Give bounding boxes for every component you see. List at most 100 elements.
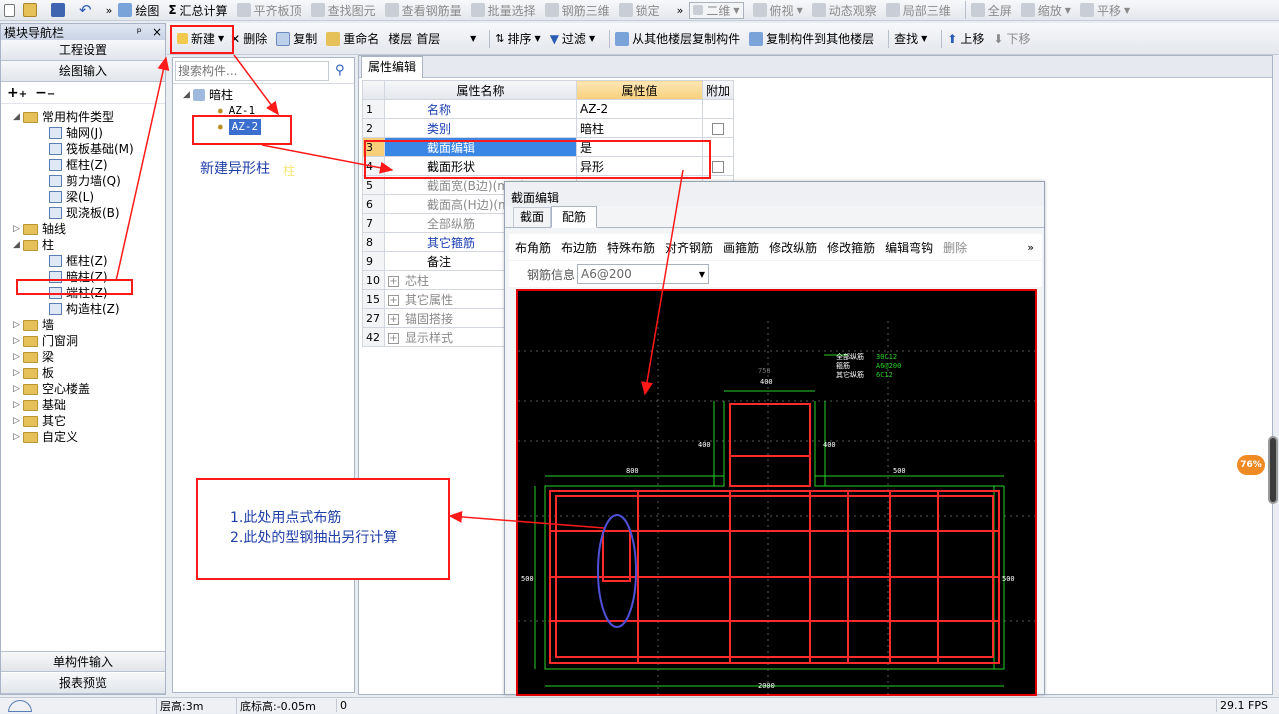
nav-tree-item[interactable]: 框柱(Z) [13, 253, 165, 269]
align-slab-top-button[interactable]: 平齐板顶 [236, 2, 302, 19]
pin-icon[interactable]: ᵖ [137, 25, 142, 39]
new-file-icon[interactable] [4, 3, 15, 17]
expand-plus-icon[interactable]: + [388, 313, 399, 325]
close-icon[interactable]: × [152, 25, 162, 39]
expand-plus-icon[interactable]: + [388, 332, 399, 344]
tab-property-edit[interactable]: 属性编辑 [361, 55, 424, 78]
nav-tree-item[interactable]: ▷ 空心楼盖 [13, 381, 165, 397]
lock-button[interactable]: 锁定 [618, 2, 660, 19]
save-icon[interactable] [51, 3, 65, 17]
delete-button[interactable]: ✕ 删除 [230, 30, 267, 47]
nav-tree-item[interactable]: ▷ 门窗洞 [13, 333, 165, 349]
expand-all-icon[interactable]: ++ [7, 85, 27, 101]
view-rebar-button[interactable]: 查看钢筋量 [384, 2, 462, 19]
top-view-button[interactable]: 俯视 ▼ [752, 2, 803, 19]
expand-toggle-icon[interactable]: ▷ [13, 317, 23, 333]
nav-tree-item[interactable]: ▷ 梁 [13, 349, 165, 365]
nav-draw-input-button[interactable]: 绘图输入 [1, 61, 165, 82]
search-input[interactable] [175, 60, 329, 81]
tab-rebar[interactable]: 配筋 [551, 205, 598, 228]
nav-tree-item[interactable]: ◢ 常用构件类型 [13, 109, 165, 125]
nav-tree-item[interactable]: 筏板基础(M) [13, 141, 165, 157]
draw-button[interactable]: 绘图 [118, 2, 159, 19]
attach-checkbox[interactable] [712, 160, 724, 173]
corner-rebar-button[interactable]: 布角筋 [515, 239, 551, 256]
collapse-toggle-icon[interactable]: ◢ [183, 87, 193, 103]
move-up-button[interactable]: ⬆ 上移 [947, 30, 984, 47]
expand-toggle-icon[interactable]: ▷ [13, 429, 23, 445]
nav-tree-item[interactable]: ▷ 自定义 [13, 429, 165, 445]
nav-tree-item[interactable]: ▷ 轴线 [13, 221, 165, 237]
collapse-toggle-icon[interactable]: ◢ [13, 109, 23, 125]
pan-button[interactable]: 平移 ▼ [1079, 2, 1130, 19]
expand-toggle-icon[interactable]: ▷ [13, 333, 23, 349]
modify-stirrup-button[interactable]: 修改箍筋 [827, 239, 875, 256]
expand-toggle-icon[interactable]: ▷ [13, 413, 23, 429]
find-button[interactable]: 查找 ▼ [894, 30, 927, 47]
special-rebar-button[interactable]: 特殊布筋 [607, 239, 655, 256]
nav-tree-item[interactable]: 梁(L) [13, 189, 165, 205]
side-handle[interactable] [1268, 436, 1278, 504]
rename-button[interactable]: 重命名 [326, 30, 379, 47]
nav-tree-item[interactable]: 剪力墙(Q) [13, 173, 165, 189]
attach-checkbox[interactable] [712, 122, 724, 135]
align-rebar-button[interactable]: 对齐钢筋 [665, 239, 713, 256]
sort-button[interactable]: ⇅ 排序 ▼ [495, 30, 540, 47]
view-mode-select[interactable]: 二维 ▼ [689, 1, 744, 19]
rebar-3d-button[interactable]: 钢筋三维 [544, 2, 610, 19]
expand-toggle-icon[interactable]: ▷ [13, 221, 23, 237]
edit-hook-button[interactable]: 编辑弯钩 [885, 239, 933, 256]
move-down-button[interactable]: ⬇ 下移 [993, 30, 1030, 47]
component-root[interactable]: ◢ 暗柱 [183, 87, 354, 103]
fullscreen-button[interactable]: 全屏 [970, 2, 1012, 19]
draw-stirrup-button[interactable]: 画箍筋 [723, 239, 759, 256]
collapse-all-icon[interactable]: −− [35, 85, 55, 101]
overflow-chevron-icon[interactable]: » [106, 4, 113, 17]
nav-tree-item[interactable]: 轴网(J) [13, 125, 165, 141]
performance-badge[interactable]: 76% [1237, 455, 1265, 475]
section-canvas[interactable]: 400 750 400 400 800 500 500 500 2000 全部纵… [516, 289, 1037, 696]
property-row[interactable]: 2 类别 暗柱 [362, 118, 735, 138]
nav-single-component-button[interactable]: 单构件输入 [1, 651, 165, 672]
toolbar-overflow-icon[interactable]: » [1027, 241, 1034, 254]
nav-tree-item[interactable]: 构造柱(Z) [13, 301, 165, 317]
expand-plus-icon[interactable]: + [388, 294, 399, 306]
copy-from-floor-button[interactable]: 从其他楼层复制构件 [615, 30, 740, 47]
collapse-toggle-icon[interactable]: ◢ [13, 237, 23, 253]
floor-select[interactable]: 首层 ▼ [416, 30, 476, 47]
modify-long-rebar-button[interactable]: 修改纵筋 [769, 239, 817, 256]
tab-section[interactable]: 截面 [513, 206, 552, 227]
expand-toggle-icon[interactable]: ▷ [13, 397, 23, 413]
summary-calc-button[interactable]: Σ 汇总计算 [168, 2, 227, 19]
property-value-cell[interactable]: 暗柱 [576, 118, 703, 138]
expand-toggle-icon[interactable]: ▷ [13, 381, 23, 397]
expand-toggle-icon[interactable]: ▷ [13, 365, 23, 381]
zoom-button[interactable]: 缩放 ▼ [1020, 2, 1071, 19]
expand-toggle-icon[interactable]: ▷ [13, 349, 23, 365]
expand-plus-icon[interactable]: + [388, 275, 399, 287]
nav-report-preview-button[interactable]: 报表预览 [1, 673, 165, 694]
nav-tree-item[interactable]: ▷ 板 [13, 365, 165, 381]
find-element-button[interactable]: 查找图元 [310, 2, 376, 19]
property-value-cell[interactable]: AZ-2 [576, 99, 703, 119]
side-rebar-button[interactable]: 布边筋 [561, 239, 597, 256]
batch-select-button[interactable]: 批量选择 [470, 2, 536, 19]
nav-tree-item[interactable]: 框柱(Z) [13, 157, 165, 173]
copy-to-floor-button[interactable]: 复制构件到其他楼层 [749, 30, 874, 47]
nav-tree-item[interactable]: 现浇板(B) [13, 205, 165, 221]
filter-button[interactable]: ▼ 过滤 ▼ [550, 30, 595, 47]
rebar-info-select[interactable]: A6@200 ▼ [577, 264, 710, 284]
undo-icon[interactable]: ↶ [79, 1, 92, 19]
dynamic-view-button[interactable]: 动态观察 [811, 2, 877, 19]
nav-project-settings-button[interactable]: 工程设置 [1, 40, 165, 61]
toolbar-overflow-icon[interactable]: » [677, 4, 684, 17]
property-row[interactable]: 1 名称 AZ-2 [362, 99, 735, 119]
nav-tree-item[interactable]: ▷ 其它 [13, 413, 165, 429]
search-icon[interactable]: ⚲ [335, 63, 345, 78]
open-folder-icon[interactable] [23, 3, 37, 17]
nav-tree-item[interactable]: ◢ 柱 [13, 237, 165, 253]
local-3d-button[interactable]: 局部三维 [885, 2, 951, 19]
nav-tree-item[interactable]: ▷ 基础 [13, 397, 165, 413]
nav-tree-item[interactable]: ▷ 墙 [13, 317, 165, 333]
copy-button[interactable]: 复制 [276, 30, 317, 47]
